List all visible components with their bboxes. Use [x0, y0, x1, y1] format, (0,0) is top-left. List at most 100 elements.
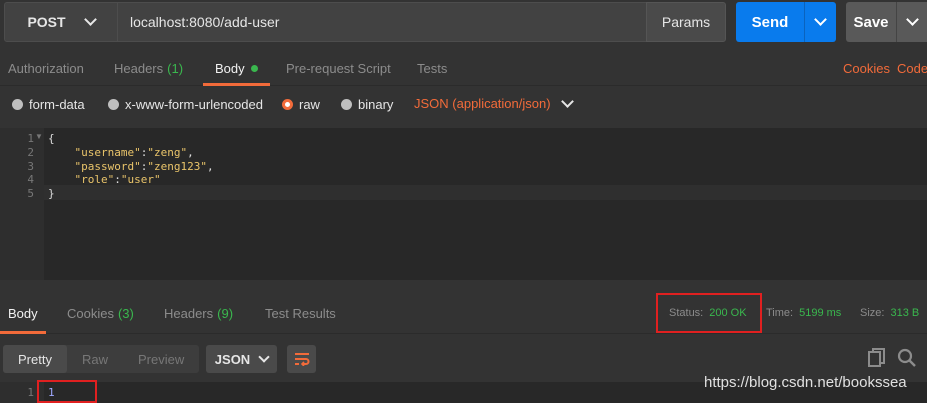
radio-label: form-data — [29, 97, 85, 112]
params-button[interactable]: Params — [646, 2, 726, 42]
json-key: "username" — [74, 146, 141, 159]
content-type-select[interactable]: JSON (application/json) — [414, 94, 574, 111]
json-value: "user" — [120, 173, 161, 186]
headers-count: (9) — [217, 305, 234, 321]
tab-label: Body — [8, 305, 38, 321]
tab-authorization[interactable]: Authorization — [8, 50, 84, 86]
tab-label: Authorization — [8, 60, 84, 76]
tab-pre-request-script[interactable]: Pre-request Script — [286, 50, 391, 86]
line-number: 2 — [27, 146, 34, 159]
view-preview-button[interactable]: Preview — [123, 345, 199, 373]
code-line: "password":"zeng123", — [74, 160, 214, 173]
copy-icon[interactable] — [868, 348, 886, 368]
code-line: "username":"zeng", — [74, 146, 194, 159]
time-readout: Time: 5199 ms — [766, 292, 841, 334]
send-button[interactable]: Send — [736, 2, 836, 42]
tab-label: Cookies — [67, 305, 114, 321]
code-line: { — [48, 132, 55, 145]
status-dot-icon — [250, 64, 258, 72]
radio-binary[interactable]: binary — [341, 97, 393, 112]
method-label: POST — [27, 14, 66, 30]
time-label: Time: — [766, 307, 794, 319]
url-value: localhost:8080/add-user — [130, 14, 280, 30]
send-label: Send — [751, 13, 789, 31]
radio-label: x-www-form-urlencoded — [125, 97, 263, 112]
response-highlight-box — [37, 380, 97, 403]
editor-gutter: 1 ▼ 2 3 4 5 — [0, 128, 44, 280]
cookies-link[interactable]: Cookies — [843, 50, 890, 86]
tab-label: Headers — [114, 60, 164, 76]
radio-circle-icon — [12, 99, 23, 110]
code-line: } — [48, 187, 55, 200]
radio-raw[interactable]: raw — [282, 97, 320, 112]
radio-form-data[interactable]: form-data — [12, 97, 85, 112]
json-value: "zeng" — [147, 146, 188, 159]
line-number: 5 — [27, 187, 34, 200]
view-raw-button[interactable]: Raw — [67, 345, 123, 373]
line-number: 4 — [27, 173, 34, 186]
cookies-count: (3) — [117, 305, 134, 321]
json-value: "zeng123" — [147, 160, 207, 173]
json-key: "password" — [74, 160, 141, 173]
tab-test-results[interactable]: Test Results — [265, 292, 336, 334]
tab-response-headers[interactable]: Headers (9) — [164, 292, 233, 334]
url-input[interactable]: localhost:8080/add-user — [118, 2, 648, 42]
cookies-label: Cookies — [843, 60, 890, 76]
view-pretty-button[interactable]: Pretty — [3, 345, 67, 373]
tab-label: Tests — [417, 60, 448, 76]
format-select[interactable]: JSON — [206, 345, 277, 373]
current-line-highlight — [44, 185, 927, 200]
request-body-editor[interactable]: 1 ▼ 2 3 4 5 { "username":"zeng", "passwo… — [0, 128, 927, 280]
send-dropdown[interactable] — [805, 13, 836, 26]
code-link[interactable]: Code — [897, 50, 927, 86]
tab-response-body[interactable]: Body — [0, 292, 46, 334]
view-mode-group: Pretty Raw Preview — [3, 345, 200, 373]
json-key: "role" — [74, 173, 115, 186]
headers-count: (1) — [167, 60, 184, 76]
chevron-down-icon — [814, 13, 827, 26]
content-type-label: JSON (application/json) — [414, 96, 551, 111]
radio-urlencoded[interactable]: x-www-form-urlencoded — [108, 97, 263, 112]
tab-response-cookies[interactable]: Cookies (3) — [67, 292, 134, 334]
tab-label: Headers — [164, 305, 214, 321]
tab-headers[interactable]: Headers (1) — [114, 50, 183, 86]
open-brace: { — [48, 132, 55, 145]
radio-label: raw — [299, 97, 320, 112]
radio-selected-icon — [282, 99, 293, 110]
chevron-down-icon — [83, 13, 97, 26]
wrap-icon — [294, 353, 309, 366]
request-tabs: Authorization Headers (1) Body Pre-reque… — [0, 50, 927, 86]
search-icon[interactable] — [897, 348, 917, 368]
size-value: 313 B — [890, 307, 920, 319]
tab-label: Pre-request Script — [286, 60, 391, 76]
code-label: Code — [897, 60, 927, 76]
wrap-lines-button[interactable] — [287, 345, 316, 373]
save-button[interactable]: Save — [846, 2, 927, 42]
format-label: JSON — [214, 351, 251, 367]
line-number: 3 — [27, 160, 34, 173]
tab-tests[interactable]: Tests — [417, 50, 447, 86]
chevron-down-icon — [905, 13, 919, 26]
line-number: 1 — [27, 132, 34, 145]
fold-arrow-icon[interactable]: ▼ — [35, 132, 43, 141]
close-brace: } — [48, 187, 55, 200]
body-type-row: form-data x-www-form-urlencoded raw bina… — [0, 88, 927, 122]
radio-circle-icon — [341, 99, 352, 110]
watermark: https://blog.csdn.net/bookssea — [704, 374, 907, 391]
save-dropdown[interactable] — [897, 13, 927, 26]
tab-body[interactable]: Body — [203, 50, 270, 86]
status-highlight-box — [656, 293, 762, 333]
response-tabs: Body Cookies (3) Headers (9) Test Result… — [0, 292, 927, 334]
chevron-down-icon — [258, 350, 270, 363]
code-line: "role":"user" — [74, 173, 161, 186]
tab-label: Body — [215, 60, 245, 76]
time-value: 5199 ms — [799, 307, 842, 319]
size-label: Size: — [860, 307, 885, 319]
line-number: 1 — [27, 386, 34, 399]
method-select[interactable]: POST — [4, 2, 118, 42]
radio-label: binary — [358, 97, 394, 112]
save-label: Save — [853, 13, 889, 31]
tab-label: Test Results — [265, 305, 336, 321]
request-bar: POST localhost:8080/add-user Params Send… — [0, 0, 927, 46]
chevron-down-icon — [560, 94, 574, 108]
